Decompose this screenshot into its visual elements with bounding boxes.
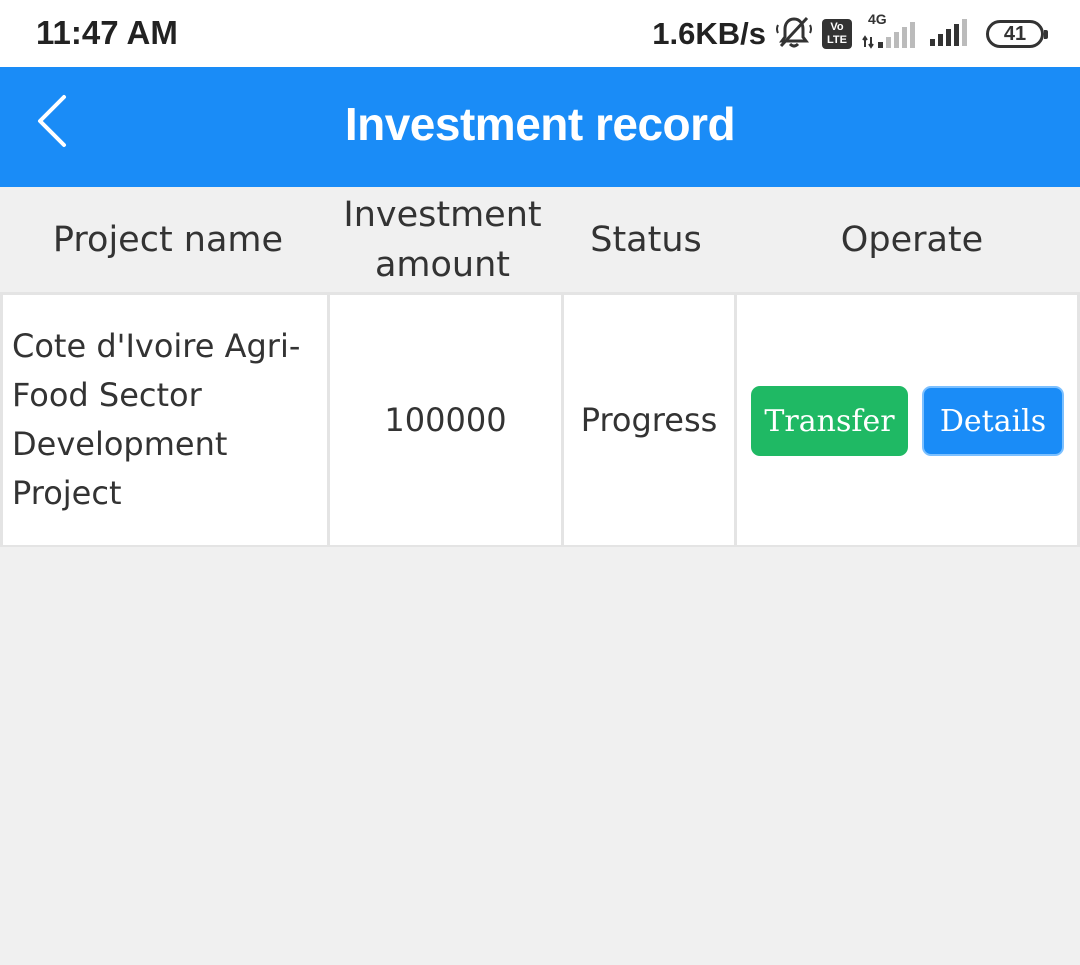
volte-icon: Vo LTE — [822, 19, 852, 49]
column-header-status: Status — [590, 220, 702, 260]
signal-icon — [928, 15, 970, 53]
status-bar: 11:47 AM 1.6KB/s Vo LTE 4G 41 — [0, 0, 1080, 67]
table-header: Project name Investment amount Status Op… — [0, 187, 1080, 293]
column-header-project-name: Project name — [52, 220, 284, 260]
investment-amount: 100000 — [384, 401, 507, 439]
table-row: Cote d'Ivoire Agri-Food Sector Developme… — [0, 292, 1080, 547]
cell-project-name: Cote d'Ivoire Agri-Food Sector Developme… — [3, 295, 327, 545]
column-header-operate: Operate — [840, 220, 984, 260]
cell-investment-amount: 100000 — [330, 295, 561, 545]
cell-status: Progress — [564, 295, 734, 545]
network-speed: 1.6KB/s — [652, 16, 766, 51]
app-header: Investment record — [0, 67, 1080, 187]
transfer-button[interactable]: Transfer — [751, 386, 908, 456]
muted-bell-icon — [776, 15, 812, 53]
battery-icon: 41 — [986, 20, 1048, 48]
details-button[interactable]: Details — [922, 386, 1064, 456]
status-text: Progress — [580, 401, 718, 439]
cell-operate: Transfer Details — [737, 295, 1077, 545]
status-time: 11:47 AM — [36, 14, 178, 51]
signal-4g-icon: 4G — [862, 11, 918, 51]
status-icons: 1.6KB/s Vo LTE 4G 41 — [652, 11, 1048, 56]
column-header-investment-amount: Investment amount — [343, 195, 542, 285]
page-title: Investment record — [344, 98, 736, 150]
project-name: Cote d'Ivoire Agri-Food Sector Developme… — [12, 327, 301, 512]
